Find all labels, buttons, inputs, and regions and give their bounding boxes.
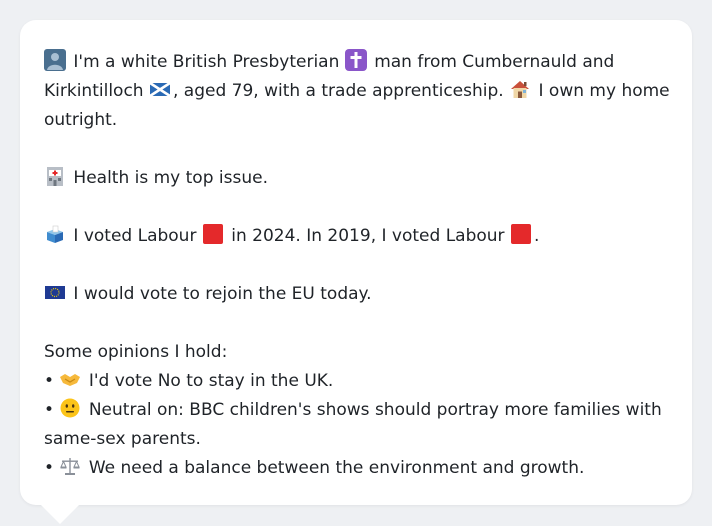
opinion-2-text: Neutral on: BBC children's shows should … (88, 400, 662, 420)
vote-text-2: in 2024. In 2019, I voted Labour (231, 226, 505, 246)
eu-text: I would vote to rejoin the EU today. (73, 284, 372, 304)
opinion-1-text: I'd vote No to stay in the UK. (88, 371, 334, 391)
home-ownership-text: I own my home (538, 81, 670, 101)
message-bubble: I'm a white British Presbyterian man fro… (20, 20, 692, 505)
opinion-item: • We need a balance between the environm… (44, 454, 668, 483)
opinion-item: • Neutral on: BBC children's shows shoul… (44, 396, 668, 425)
line-vote: I voted Labour in 2024. In 2019, I voted… (44, 222, 668, 251)
health-text: Health is my top issue. (73, 168, 268, 188)
opinion-item-continuation: same-sex parents. (44, 425, 668, 454)
cross-icon (344, 49, 367, 71)
opinion-2-text-continued: same-sex parents. (44, 429, 201, 449)
ballot-box-icon (47, 225, 63, 243)
labour-red-square-icon (202, 224, 223, 244)
saltire-flag-icon (149, 81, 171, 98)
bullet: • (44, 400, 55, 420)
house-icon (511, 81, 530, 98)
line-identity-1: I'm a white British Presbyterian man fro… (44, 48, 668, 77)
line-identity-2: Kirkintilloch , aged 79, with a trade ap… (44, 77, 670, 106)
location-text: Kirkintilloch (44, 81, 144, 101)
age-education-text: , aged 79, with a trade apprenticeship. (172, 81, 504, 101)
outright-text: outright. (44, 110, 118, 130)
person-icon (44, 49, 66, 71)
identity-text-2: man from Cumbernauld and (374, 52, 615, 72)
opinion-item: • I'd vote No to stay in the UK. (44, 367, 668, 396)
opinion-3-text: We need a balance between the environmen… (88, 458, 585, 478)
identity-text-1: I'm a white British Presbyterian (73, 52, 340, 72)
opinions-header: Some opinions I hold: (44, 338, 668, 367)
handshake-icon (60, 374, 81, 386)
neutral-face-icon (60, 398, 80, 418)
line-eu: I would vote to rejoin the EU today. (44, 280, 668, 309)
vote-text-1: I voted Labour (73, 226, 197, 246)
opinions-header-text: Some opinions I hold: (44, 342, 228, 362)
line-identity-3: outright. (44, 106, 668, 135)
line-health: Health is my top issue. (44, 164, 668, 193)
vote-text-3: . (533, 226, 540, 246)
labour-red-square-icon (510, 224, 531, 244)
hospital-icon (47, 167, 63, 186)
bullet: • (44, 371, 55, 391)
balance-scale-icon (60, 458, 81, 475)
eu-flag-icon (45, 286, 65, 299)
bullet: • (44, 458, 55, 478)
bubble-tail (40, 504, 80, 524)
